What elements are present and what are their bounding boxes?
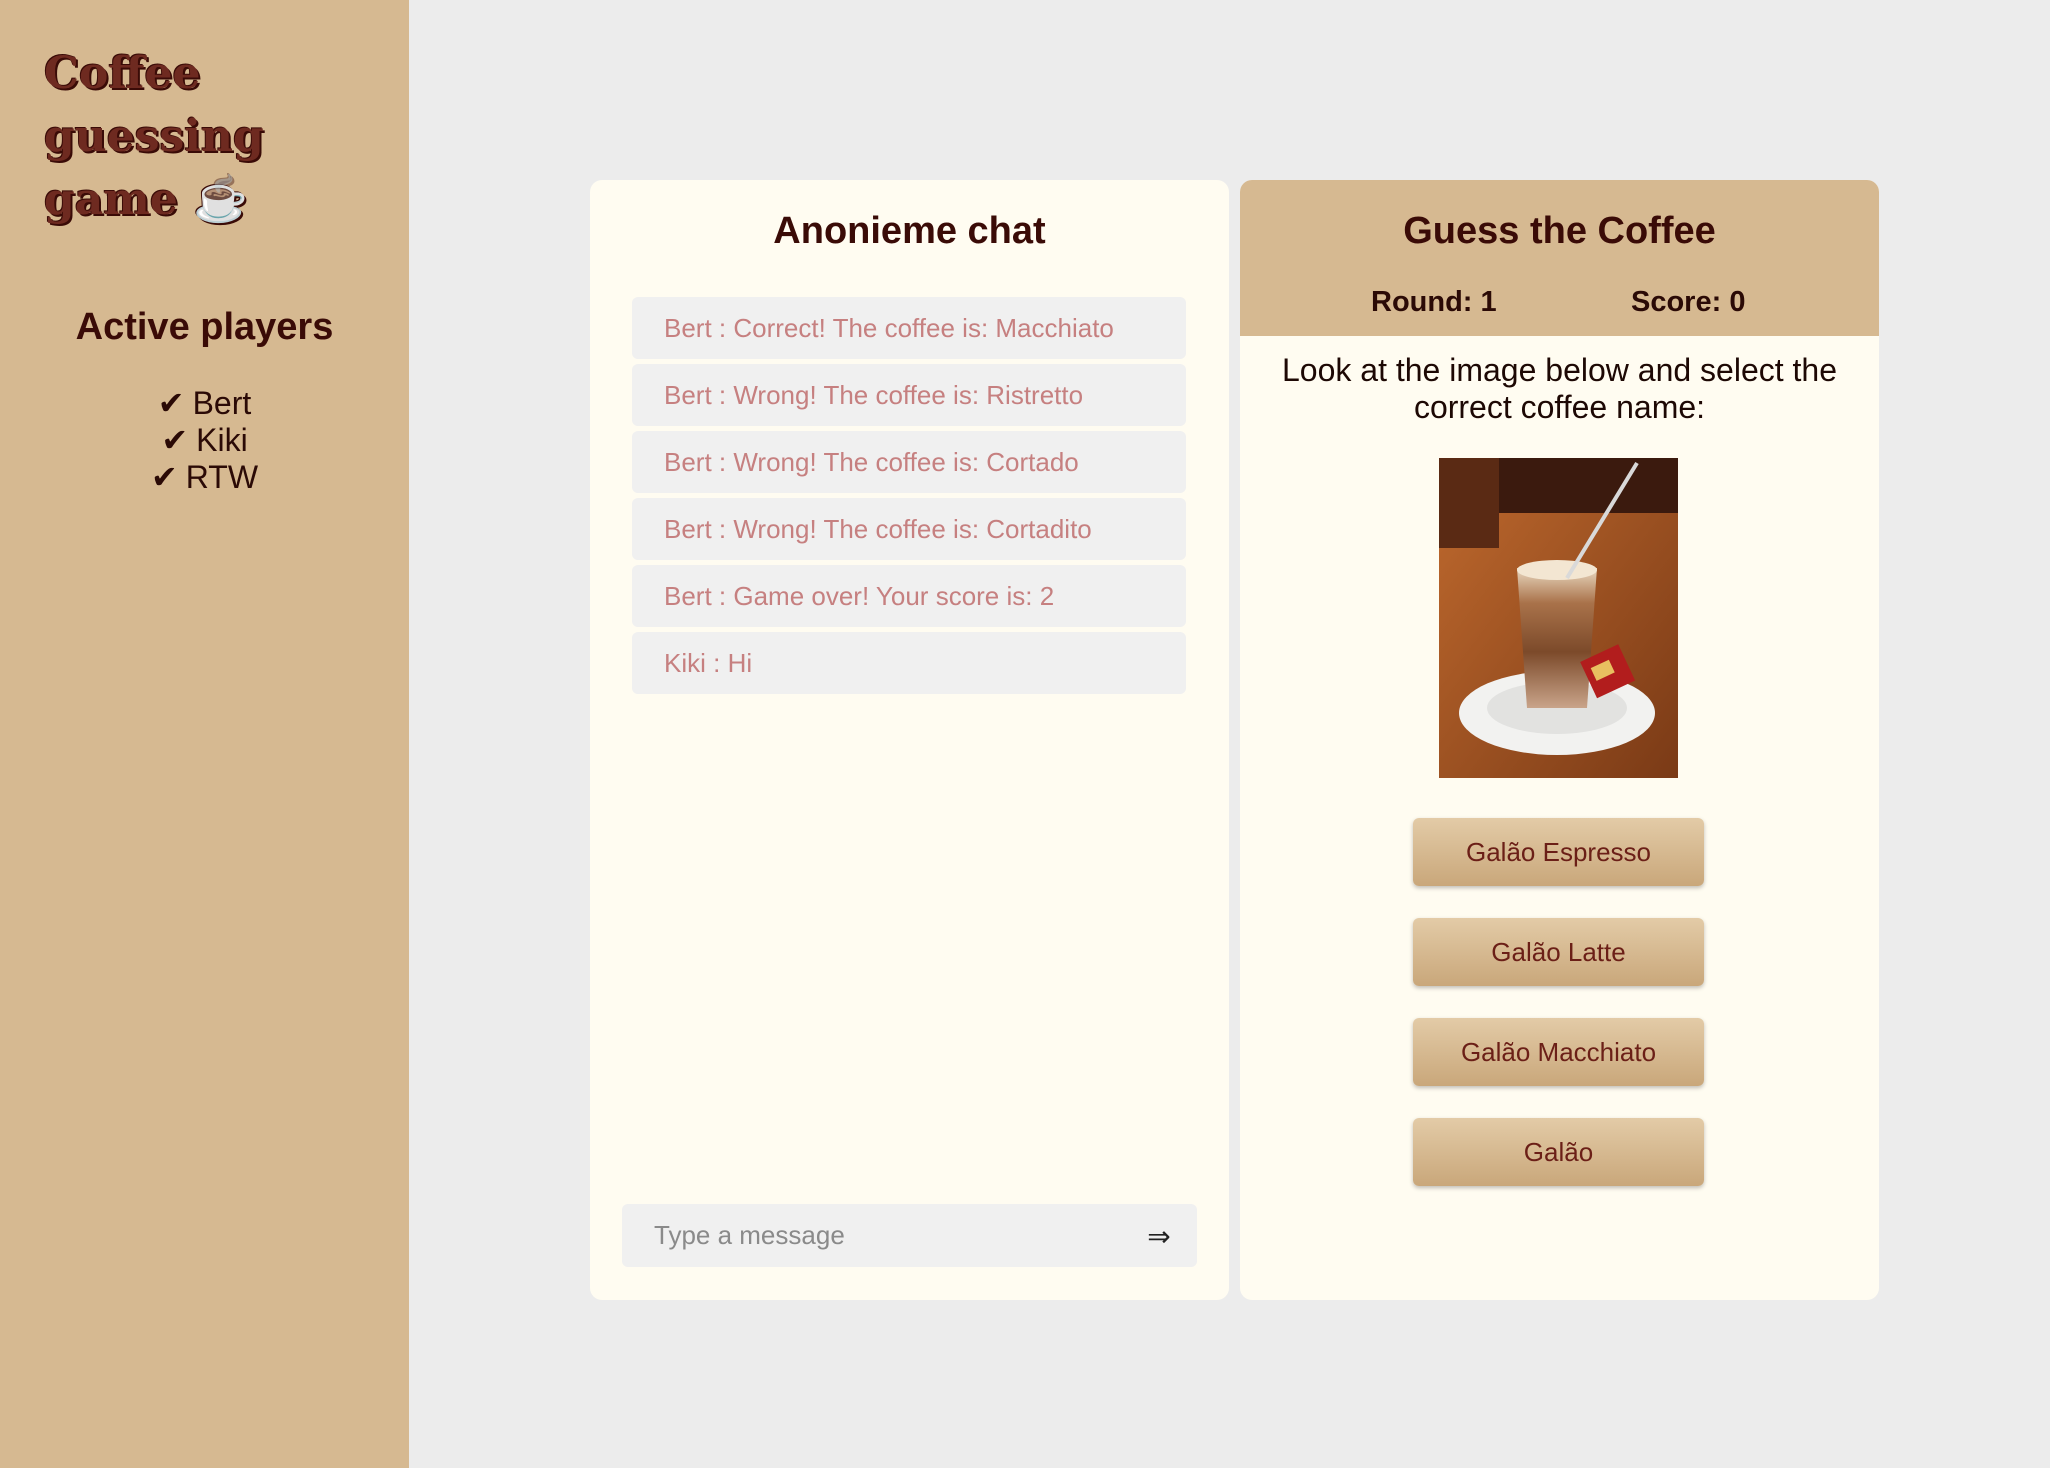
chat-panel: Anonieme chat Bert : Correct! The coffee…: [590, 180, 1229, 1300]
app-title: Coffee guessing game ☕: [44, 48, 264, 225]
active-players-title: Active players: [75, 306, 334, 348]
send-arrow-icon: ⇒: [1147, 1219, 1171, 1253]
round-indicator: Round: 1: [1371, 286, 1497, 318]
option-button-galao-espresso[interactable]: Galão Espresso: [1413, 818, 1704, 886]
chat-message: Bert : Wrong! The coffee is: Ristretto: [632, 364, 1186, 426]
game-title: Guess the Coffee: [1403, 210, 1716, 252]
coffee-image: [1439, 458, 1678, 778]
player-item: ✔ RTW: [0, 459, 409, 496]
player-name: RTW: [185, 459, 259, 495]
player-item: ✔ Kiki: [0, 422, 409, 459]
chat-message: Bert : Correct! The coffee is: Macchiato: [632, 297, 1186, 359]
sidebar: Coffee guessing game ☕ Active players ✔ B…: [0, 0, 409, 1468]
chat-message: Bert : Wrong! The coffee is: Cortadito: [632, 498, 1186, 560]
instructions-text: Look at the image below and select the c…: [1281, 352, 1838, 425]
option-button-galao-latte[interactable]: Galão Latte: [1413, 918, 1704, 986]
check-icon: ✔: [161, 422, 189, 458]
option-button-galao-macchiato[interactable]: Galão Macchiato: [1413, 1018, 1704, 1086]
chat-message: Kiki : Hi: [632, 632, 1186, 694]
chat-message: Bert : Wrong! The coffee is: Cortado: [632, 431, 1186, 493]
message-list: Bert : Correct! The coffee is: Macchiato…: [632, 297, 1186, 699]
score-indicator: Score: 0: [1631, 286, 1746, 318]
check-icon: ✔: [150, 459, 178, 495]
send-button[interactable]: ⇒: [1139, 1216, 1179, 1256]
chat-message: Bert : Game over! Your score is: 2: [632, 565, 1186, 627]
player-name: Bert: [192, 385, 252, 421]
option-button-galao[interactable]: Galão: [1413, 1118, 1704, 1186]
check-icon: ✔: [157, 385, 185, 421]
coffee-photo: [1439, 458, 1678, 778]
players-list: ✔ Bert ✔ Kiki ✔ RTW: [0, 385, 409, 496]
message-input[interactable]: [622, 1204, 1122, 1267]
game-header: Guess the Coffee Round: 1 Score: 0: [1240, 180, 1879, 336]
player-item: ✔ Bert: [0, 385, 409, 422]
game-panel: Guess the Coffee Round: 1 Score: 0 Look …: [1240, 180, 1879, 1300]
chat-title: Anonieme chat: [773, 210, 1046, 252]
player-name: Kiki: [196, 422, 248, 458]
message-composer: ⇒: [622, 1204, 1197, 1267]
